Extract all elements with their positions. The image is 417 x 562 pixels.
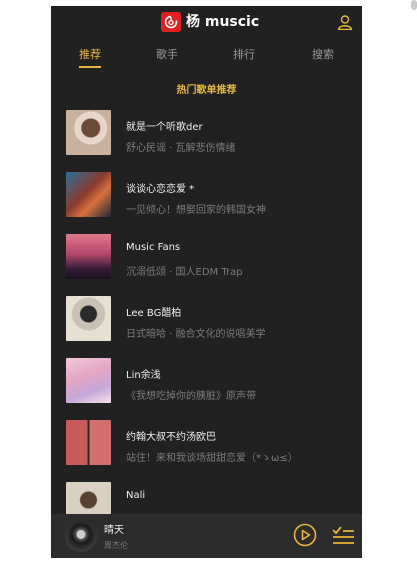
playlist-subtitle: 舒心民谣 · 瓦解悲伤情绪 [126, 143, 236, 154]
list-item[interactable]: Lin余浅 《我想吃掉你的胰脏》原声带 [51, 358, 362, 420]
music-app: 杨 muscic 推荐 歌手 排行 搜索 热门歌单推荐 就是一个听歌der 舒心… [51, 6, 362, 558]
list-item[interactable]: 就是一个听歌der 舒心民谣 · 瓦解悲伤情绪 [51, 110, 362, 172]
list-item[interactable]: Lee BG醋柏 日式暗哈 · 融合文化的说唱美学 [51, 296, 362, 358]
now-playing-cover [65, 520, 97, 552]
now-playing-song: 晴天 [104, 525, 124, 536]
playlist-cover [66, 234, 111, 279]
playlist-cover [66, 358, 111, 403]
user-icon[interactable] [337, 14, 353, 30]
playlist-title: Nali [126, 490, 146, 501]
tab-recommend[interactable]: 推荐 [60, 46, 120, 64]
header: 杨 muscic [51, 6, 362, 40]
play-icon[interactable] [293, 523, 317, 547]
playlist-subtitle: 一见倾心！想娶回家的韩国女神 [126, 205, 266, 216]
playlist-subtitle: 沉溺低颂 · 国人EDM Trap [126, 267, 243, 278]
playlist-cover [66, 296, 111, 341]
playlist-subtitle: 《我想吃掉你的胰脏》原声带 [126, 391, 256, 402]
playlist-cover [66, 110, 111, 155]
music-logo-icon [161, 12, 181, 32]
playlist-subtitle: 日式暗哈 · 融合文化的说唱美学 [126, 329, 266, 340]
mini-player[interactable]: 晴天 周杰伦 [51, 514, 362, 558]
playlist-icon[interactable] [331, 524, 355, 546]
playlist-subtitle: 站住！来和我谈场甜甜恋爱（*ゝω≤） [126, 453, 298, 464]
playlist-title: Lee BG醋柏 [126, 308, 182, 319]
app-brand: 杨 muscic [186, 14, 260, 30]
playlist-title: Music Fans [126, 242, 181, 253]
playlist-title: 就是一个听歌der [126, 122, 203, 133]
list-item[interactable]: 约翰大叔不约汤欧巴 站住！来和我谈场甜甜恋爱（*ゝω≤） [51, 420, 362, 482]
playlist-cover [66, 482, 111, 514]
tab-search[interactable]: 搜索 [293, 46, 353, 64]
page-scrollbar[interactable] [411, 0, 417, 10]
playlist-cover [66, 420, 111, 465]
section-title: 热门歌单推荐 [176, 85, 237, 96]
playlist-title: 约翰大叔不约汤欧巴 [126, 432, 216, 443]
tab-singers[interactable]: 歌手 [137, 46, 197, 64]
list-item[interactable]: Nali [51, 482, 362, 514]
playlist-title: Lin余浅 [126, 370, 161, 381]
tab-bar: 推荐 歌手 排行 搜索 [51, 46, 362, 70]
tab-rankings[interactable]: 排行 [214, 46, 274, 64]
playlist-title: 谈谈心恋恋爱 * [126, 184, 195, 195]
active-tab-indicator [79, 66, 101, 68]
playlist-cover [66, 172, 111, 217]
now-playing-artist: 周杰伦 [104, 541, 128, 550]
playlist-list: 就是一个听歌der 舒心民谣 · 瓦解悲伤情绪 谈谈心恋恋爱 * 一见倾心！想娶… [51, 110, 362, 514]
list-item[interactable]: 谈谈心恋恋爱 * 一见倾心！想娶回家的韩国女神 [51, 172, 362, 234]
list-item[interactable]: Music Fans 沉溺低颂 · 国人EDM Trap [51, 234, 362, 296]
